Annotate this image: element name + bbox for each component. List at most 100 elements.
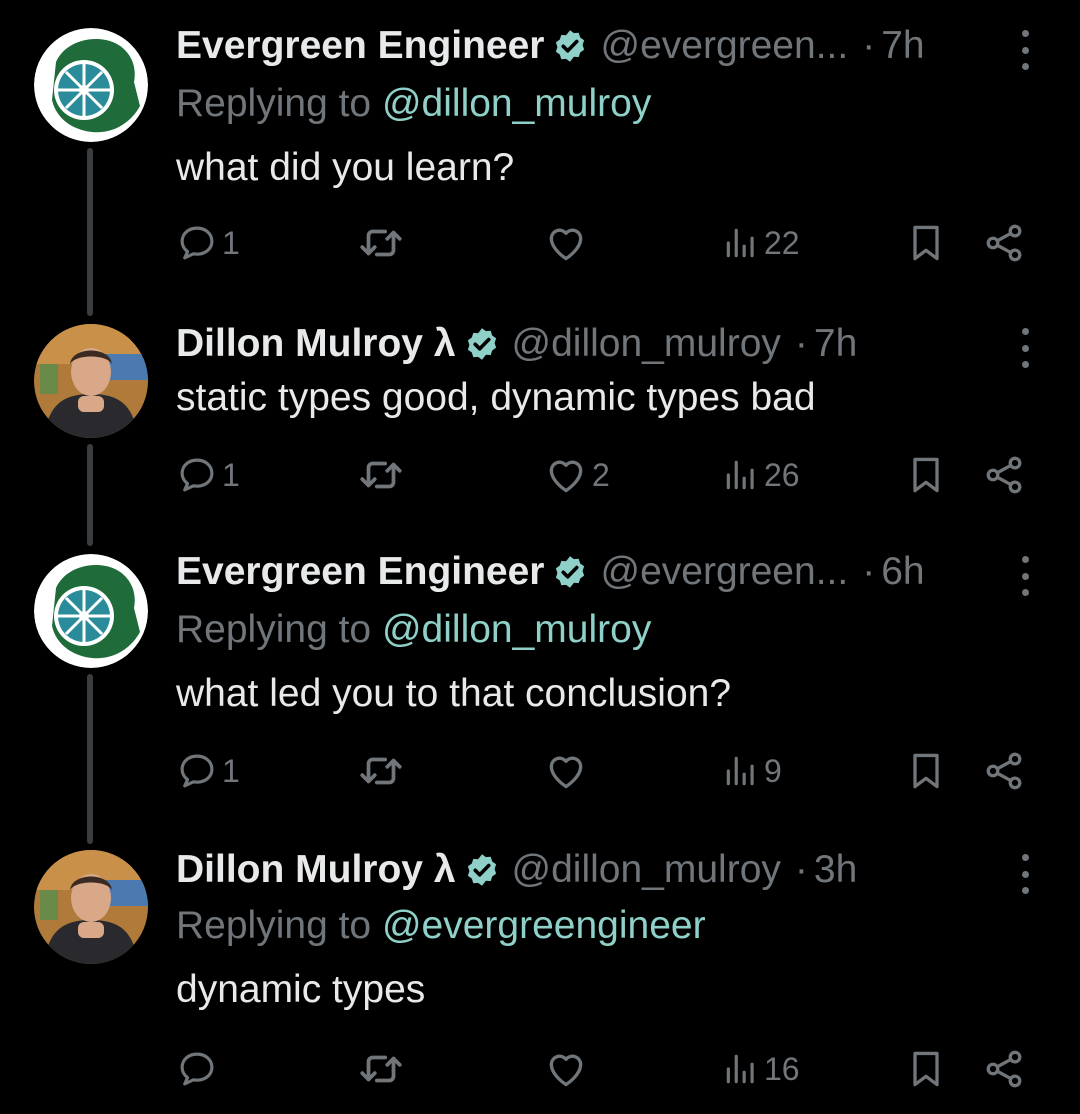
retweet-button[interactable] — [356, 218, 406, 268]
heart-icon — [544, 749, 588, 793]
reply-button[interactable]: 1 — [176, 450, 240, 500]
more-options-icon[interactable] — [1014, 328, 1036, 368]
tweet-header: Dillon Mulroy λ @dillon_mulroy · 3h — [176, 842, 1040, 898]
replying-to-label: Replying to — [176, 904, 382, 947]
replying-to: Replying to @dillon_mulroy — [176, 82, 651, 126]
replying-to: Replying to @dillon_mulroy — [176, 608, 651, 652]
share-icon — [982, 1047, 1026, 1091]
reply-count: 1 — [222, 752, 240, 789]
tweet-header: Dillon Mulroy λ @dillon_mulroy · 7h — [176, 316, 1040, 372]
views-button[interactable]: 16 — [722, 1044, 800, 1094]
tweet-text: what did you learn? — [176, 146, 515, 189]
retweet-button[interactable] — [356, 450, 406, 500]
avatar[interactable] — [34, 554, 148, 668]
view-count: 22 — [764, 224, 800, 261]
share-button[interactable] — [982, 746, 1026, 796]
share-button[interactable] — [982, 450, 1026, 500]
views-button[interactable]: 9 — [722, 746, 782, 796]
verified-badge-icon — [552, 554, 588, 590]
retweet-button[interactable] — [356, 1044, 406, 1094]
retweet-icon — [356, 746, 406, 796]
separator-dot: · — [794, 848, 808, 891]
like-button[interactable] — [544, 218, 592, 268]
author-handle[interactable]: @evergreen... — [600, 550, 848, 594]
share-button[interactable] — [982, 218, 1026, 268]
avatar[interactable] — [34, 850, 148, 964]
bookmark-icon — [904, 1047, 948, 1091]
bookmark-icon — [904, 453, 948, 497]
heart-icon — [544, 221, 588, 265]
action-bar: 1 22 — [0, 218, 1080, 268]
reply-count: 1 — [222, 456, 240, 493]
verified-badge-icon — [464, 326, 500, 362]
like-count: 2 — [592, 456, 610, 493]
reply-icon — [176, 222, 218, 264]
retweet-button[interactable] — [356, 746, 406, 796]
bookmark-button[interactable] — [904, 450, 948, 500]
reply-icon — [176, 750, 218, 792]
timestamp[interactable]: 6h — [881, 550, 924, 594]
reply-button[interactable]: 1 — [176, 746, 240, 796]
reply-button[interactable] — [176, 1044, 222, 1094]
author-handle[interactable]: @dillon_mulroy — [512, 848, 781, 892]
more-options-icon[interactable] — [1014, 30, 1036, 70]
bookmark-button[interactable] — [904, 218, 948, 268]
retweet-icon — [356, 218, 406, 268]
profile-photo-icon — [34, 850, 148, 964]
replying-to-label: Replying to — [176, 608, 382, 651]
author-name[interactable]: Evergreen Engineer — [176, 550, 544, 594]
share-icon — [982, 749, 1026, 793]
tweet-text: static types good, dynamic types bad — [176, 376, 816, 419]
timestamp[interactable]: 3h — [814, 848, 857, 892]
retweet-icon — [356, 1044, 406, 1094]
avatar[interactable] — [34, 28, 148, 142]
author-handle[interactable]: @evergreen... — [600, 24, 848, 68]
reply-button[interactable]: 1 — [176, 218, 240, 268]
tweet[interactable]: Evergreen Engineer @evergreen... · 6h Re… — [0, 530, 1080, 844]
tweet[interactable]: Evergreen Engineer @evergreen... · 7h Re… — [0, 0, 1080, 316]
tweet-header: Evergreen Engineer @evergreen... · 7h — [176, 18, 1040, 74]
mention-link[interactable]: @dillon_mulroy — [382, 82, 651, 125]
replying-to-label: Replying to — [176, 82, 382, 125]
like-button[interactable] — [544, 1044, 592, 1094]
author-name[interactable]: Dillon Mulroy λ — [176, 848, 456, 892]
verified-badge-icon — [464, 852, 500, 888]
more-options-icon[interactable] — [1014, 556, 1036, 596]
tweet-text: what led you to that conclusion? — [176, 672, 732, 715]
heart-icon — [544, 453, 588, 497]
view-count: 26 — [764, 456, 800, 493]
action-bar: 1 2 26 — [0, 450, 1080, 500]
heart-icon — [544, 1047, 588, 1091]
like-button[interactable]: 2 — [544, 450, 610, 500]
avatar[interactable] — [34, 324, 148, 438]
views-button[interactable]: 22 — [722, 218, 800, 268]
evergreen-lime-logo-icon — [34, 554, 148, 668]
bookmark-button[interactable] — [904, 746, 948, 796]
reply-thread: Evergreen Engineer @evergreen... · 7h Re… — [0, 0, 1080, 1114]
bookmark-icon — [904, 749, 948, 793]
share-button[interactable] — [982, 1044, 1026, 1094]
evergreen-lime-logo-icon — [34, 28, 148, 142]
like-button[interactable] — [544, 746, 592, 796]
more-options-icon[interactable] — [1014, 854, 1036, 894]
timestamp[interactable]: 7h — [881, 24, 924, 68]
tweet-header: Evergreen Engineer @evergreen... · 6h — [176, 544, 1040, 600]
author-name[interactable]: Dillon Mulroy λ — [176, 322, 456, 366]
share-icon — [982, 453, 1026, 497]
action-bar: 16 — [0, 1044, 1080, 1094]
views-button[interactable]: 26 — [722, 450, 800, 500]
mention-link[interactable]: @dillon_mulroy — [382, 608, 651, 651]
author-name[interactable]: Evergreen Engineer — [176, 24, 544, 68]
timestamp[interactable]: 7h — [814, 322, 857, 366]
reply-count: 1 — [222, 224, 240, 261]
author-handle[interactable]: @dillon_mulroy — [512, 322, 781, 366]
tweet[interactable]: Dillon Mulroy λ @dillon_mulroy · 7h stat… — [0, 300, 1080, 546]
bookmark-button[interactable] — [904, 1044, 948, 1094]
action-bar: 1 9 — [0, 746, 1080, 796]
mention-link[interactable]: @evergreengineer — [382, 904, 706, 947]
share-icon — [982, 221, 1026, 265]
tweet[interactable]: Dillon Mulroy λ @dillon_mulroy · 3h Repl… — [0, 826, 1080, 1114]
verified-badge-icon — [552, 28, 588, 64]
view-count: 16 — [764, 1050, 800, 1087]
views-icon — [722, 456, 760, 494]
